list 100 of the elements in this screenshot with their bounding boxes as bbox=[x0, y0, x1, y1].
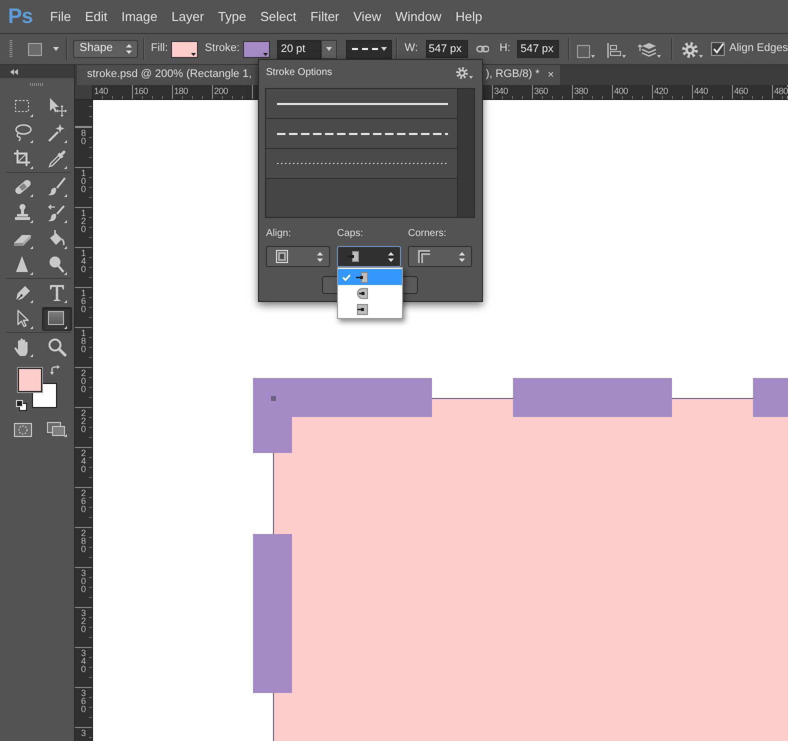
ruler-label: 400 bbox=[614, 87, 628, 96]
crop-icon bbox=[13, 149, 33, 169]
nested-squares-icon bbox=[276, 250, 288, 263]
ruler-label: 360 bbox=[81, 689, 88, 713]
anchor-point bbox=[271, 396, 276, 401]
lollipop-icon bbox=[47, 255, 67, 275]
stroke-width-field[interactable]: 20 pt bbox=[276, 40, 321, 58]
stamp-icon bbox=[13, 203, 33, 223]
ruler-label: 360 bbox=[534, 87, 548, 96]
stroke-dash bbox=[753, 378, 788, 417]
pen-icon bbox=[13, 283, 33, 303]
type-icon bbox=[47, 283, 67, 303]
document-title: ), RGB/8) * bbox=[486, 68, 540, 82]
eyedropper-icon bbox=[47, 149, 67, 169]
app-logo: Ps bbox=[8, 6, 34, 27]
stroke-preset[interactable] bbox=[266, 89, 457, 119]
caret-icon bbox=[657, 54, 662, 58]
stroke-type-dropdown[interactable] bbox=[346, 40, 392, 58]
caret-icon bbox=[380, 47, 387, 51]
mode-dropdown[interactable]: Shape bbox=[72, 40, 138, 58]
ruler-label: 280 bbox=[81, 529, 88, 553]
square-cap-icon bbox=[356, 302, 368, 316]
default-colors-icon[interactable] bbox=[16, 400, 27, 411]
menu-item[interactable]: View bbox=[346, 8, 388, 26]
ruler-label: 140 bbox=[94, 87, 108, 96]
ruler-label: 340 bbox=[81, 649, 88, 673]
grip-icon[interactable] bbox=[30, 83, 43, 86]
scrollbar-track[interactable] bbox=[457, 89, 474, 217]
field-label: Corners: bbox=[408, 227, 446, 240]
layers-icon bbox=[638, 42, 656, 58]
marquee-icon bbox=[13, 97, 33, 117]
ruler-label: 320 bbox=[81, 609, 88, 633]
menu-item[interactable]: Edit bbox=[78, 8, 114, 26]
magic-wand-icon bbox=[47, 123, 67, 143]
corner-icon bbox=[418, 250, 430, 263]
settings-button[interactable] bbox=[682, 40, 704, 58]
ruler-label: 380 bbox=[574, 87, 588, 96]
dimension-label: W: bbox=[404, 42, 419, 56]
butt-cap-icon bbox=[356, 270, 368, 284]
checkbox[interactable] bbox=[711, 42, 726, 56]
dropdown[interactable] bbox=[266, 246, 330, 267]
width-field[interactable]: 547 px bbox=[426, 40, 468, 58]
stroke-preset[interactable] bbox=[266, 119, 457, 149]
tool-button[interactable] bbox=[42, 307, 72, 331]
swap-arrows-icon[interactable] bbox=[50, 365, 60, 375]
ruler-label: 120 bbox=[81, 209, 88, 233]
caret-icon bbox=[699, 54, 704, 58]
square-icon bbox=[28, 42, 42, 56]
zoom-icon bbox=[47, 337, 67, 357]
ruler-label: 100 bbox=[81, 169, 88, 193]
ruler-label: 440 bbox=[694, 87, 708, 96]
foreground-color-swatch[interactable] bbox=[18, 368, 42, 392]
ruler-label: 460 bbox=[734, 87, 748, 96]
swatch-label: Stroke: bbox=[204, 42, 241, 56]
updown-arrows-icon bbox=[388, 252, 394, 262]
grip-icon[interactable] bbox=[9, 40, 13, 58]
stroke-width-dropdown[interactable] bbox=[320, 40, 337, 58]
ruler-label: 3 bbox=[81, 729, 88, 737]
ruler-label: 340 bbox=[494, 87, 508, 96]
menu-item[interactable]: Window bbox=[388, 8, 448, 26]
chain-link-icon[interactable] bbox=[476, 45, 490, 53]
double-chevron-icon[interactable] bbox=[10, 68, 18, 74]
path-alignment-button[interactable] bbox=[607, 40, 626, 58]
menu-item[interactable]: Help bbox=[448, 8, 490, 26]
ruler-label: 80 bbox=[81, 129, 88, 145]
ruler-label: 300 bbox=[81, 569, 88, 593]
menu-item[interactable]: File bbox=[43, 8, 78, 26]
ruler-label: 420 bbox=[654, 87, 668, 96]
color-swatch[interactable] bbox=[170, 40, 198, 58]
stacked-windows-icon[interactable] bbox=[47, 422, 67, 437]
caret-icon bbox=[262, 52, 268, 56]
gear-icon bbox=[682, 42, 698, 58]
dimension-label: H: bbox=[499, 42, 512, 56]
swatch-label: Fill: bbox=[150, 42, 169, 56]
menu-item[interactable]: Select bbox=[253, 8, 304, 26]
dashed-line-icon bbox=[277, 132, 448, 134]
caret-icon bbox=[190, 52, 196, 56]
ruler-label: 260 bbox=[81, 489, 88, 513]
height-field[interactable]: 547 px bbox=[517, 40, 560, 58]
menu-item[interactable]: Layer bbox=[164, 8, 212, 26]
updown-arrows-icon bbox=[317, 252, 323, 262]
caret-icon bbox=[622, 54, 626, 58]
menu-item[interactable]: Filter bbox=[303, 8, 346, 26]
close-button[interactable]: × bbox=[548, 70, 554, 80]
color-swatch[interactable] bbox=[242, 40, 270, 58]
panel-menu-button[interactable] bbox=[456, 67, 473, 79]
caret-icon bbox=[52, 47, 59, 51]
ruler-label: 180 bbox=[81, 329, 88, 353]
menu-item[interactable]: Image bbox=[114, 8, 164, 26]
menu-item[interactable]: Type bbox=[211, 8, 254, 26]
ruler-label: 220 bbox=[81, 409, 88, 433]
butt-cap-icon bbox=[347, 250, 359, 263]
path-arrangement-button[interactable] bbox=[638, 40, 662, 58]
dropdown[interactable] bbox=[337, 246, 401, 267]
ruler-label: 160 bbox=[81, 289, 88, 313]
move-icon bbox=[47, 97, 67, 117]
ruler-label: 200 bbox=[214, 87, 228, 96]
ruler-label: 240 bbox=[81, 449, 88, 473]
updown-arrows-icon bbox=[459, 252, 465, 262]
dropdown[interactable] bbox=[408, 246, 472, 267]
